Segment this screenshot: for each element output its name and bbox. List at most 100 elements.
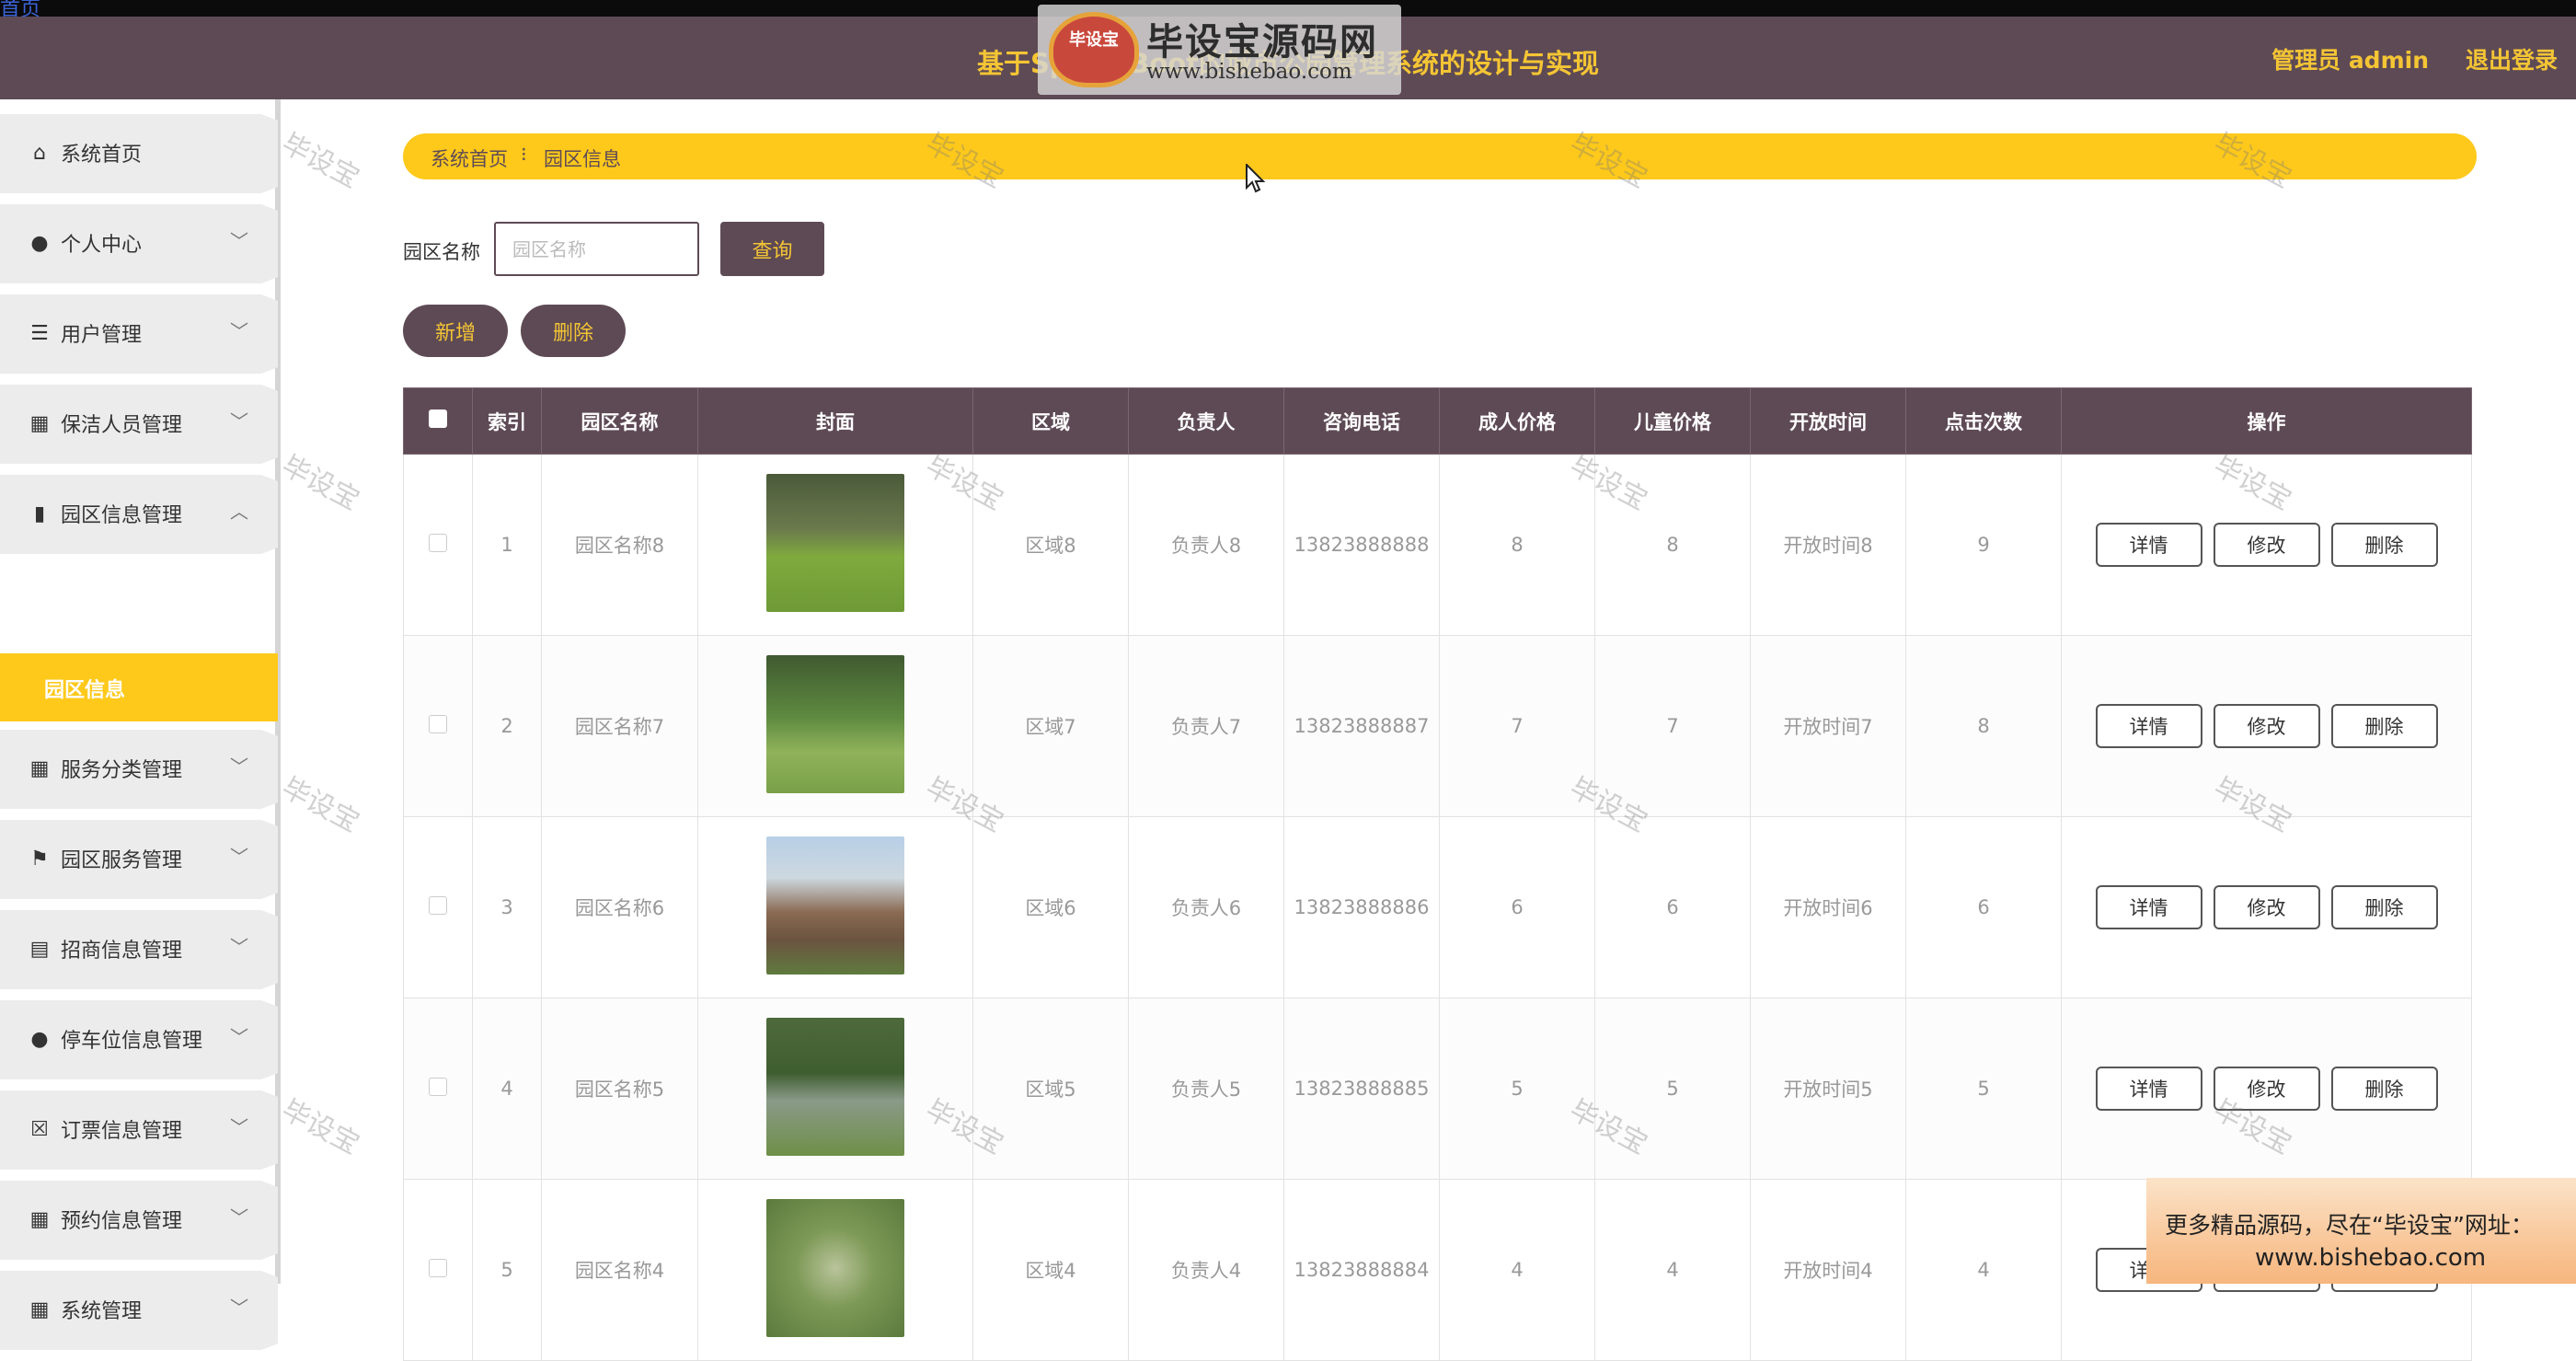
cell-cover <box>697 1179 973 1361</box>
select-all-checkbox[interactable] <box>403 387 473 455</box>
delete-button[interactable]: 删除 <box>2330 885 2438 929</box>
breadcrumb: 系统首页 ⁝ 园区信息 <box>403 133 2477 179</box>
cell-open-time: 开放时间7 <box>1750 635 1906 817</box>
sidebar-item-investment-info-management[interactable]: ▤ 招商信息管理 ﹀ <box>0 910 278 989</box>
cell-manager: 负责人7 <box>1128 635 1284 817</box>
grid-icon: ▦ <box>29 757 50 780</box>
list-icon: ☰ <box>30 322 49 345</box>
sidebar-item-service-category-management[interactable]: ▦ 服务分类管理 ﹀ <box>0 730 278 809</box>
delete-button[interactable]: 删除 <box>2330 523 2438 567</box>
sidebar-item-label: 服务分类管理 <box>61 759 183 782</box>
detail-button[interactable]: 详情 <box>2095 1067 2202 1111</box>
cell-cover <box>697 635 973 817</box>
row-checkbox[interactable] <box>403 454 473 636</box>
cell-cover <box>697 454 973 636</box>
cell-index: 2 <box>472 635 542 817</box>
park-cover-image <box>766 1017 904 1156</box>
bar-chart-icon: ▮ <box>33 502 46 525</box>
cell-name: 园区名称7 <box>541 635 698 817</box>
cell-area: 区域6 <box>972 816 1129 998</box>
logout-button[interactable]: 退出登录 <box>2466 42 2558 75</box>
edit-button[interactable]: 修改 <box>2213 1067 2320 1111</box>
sidebar-item-reservation-info-management[interactable]: ▦ 预约信息管理 ﹀ <box>0 1181 278 1260</box>
mouse-cursor-icon <box>1246 164 1266 193</box>
row-checkbox[interactable] <box>403 635 473 817</box>
breadcrumb-home[interactable]: 系统首页 <box>431 144 508 172</box>
delete-button[interactable]: 删除 <box>2330 704 2438 748</box>
row-checkbox[interactable] <box>403 816 473 998</box>
cell-manager: 负责人8 <box>1128 454 1284 636</box>
park-cover-image <box>766 473 904 612</box>
cell-name: 园区名称4 <box>541 1179 698 1361</box>
detail-button[interactable]: 详情 <box>2095 885 2202 929</box>
delete-button[interactable]: 删除 <box>2330 1067 2438 1111</box>
add-button[interactable]: 新增 <box>403 305 508 357</box>
brand-url: www.bishebao.com <box>1146 60 1352 84</box>
cell-name: 园区名称8 <box>541 454 698 636</box>
cell-clicks: 8 <box>1905 635 2062 817</box>
home-icon: ⌂ <box>33 142 46 165</box>
cell-adult-price: 8 <box>1439 454 1595 636</box>
search-input[interactable] <box>494 222 699 276</box>
cell-actions: 详情修改删除 <box>2061 635 2472 817</box>
cell-phone: 13823888887 <box>1283 635 1440 817</box>
sidebar-item-cleaner-management[interactable]: ▦ 保洁人员管理 ﹀ <box>0 385 278 464</box>
cell-cover <box>697 816 973 998</box>
sidebar-item-parking-info-management[interactable]: ● 停车位信息管理 ﹀ <box>0 1000 278 1079</box>
sidebar-item-label: 用户管理 <box>61 324 143 347</box>
sidebar-item-system-management[interactable]: ▦ 系统管理 ﹀ <box>0 1271 278 1350</box>
chevron-down-icon: ﹀ <box>230 1297 248 1319</box>
cell-phone: 13823888888 <box>1283 454 1440 636</box>
cell-manager: 负责人6 <box>1128 816 1284 998</box>
sidebar-item-label: 园区信息管理 <box>61 504 183 527</box>
sidebar-item-label: 保洁人员管理 <box>61 414 183 437</box>
sidebar-item-label: 订票信息管理 <box>61 1120 183 1143</box>
cell-open-time: 开放时间4 <box>1750 1179 1906 1361</box>
cell-open-time: 开放时间5 <box>1750 998 1906 1180</box>
edit-button[interactable]: 修改 <box>2213 523 2320 567</box>
promo-banner[interactable]: 更多精品源码，尽在“毕设宝”网址： www.bishebao.com <box>2146 1178 2576 1284</box>
col-header-cover: 封面 <box>697 387 973 455</box>
promo-line-2: www.bishebao.com <box>2255 1244 2487 1272</box>
sidebar-item-park-service-management[interactable]: ⚑ 园区服务管理 ﹀ <box>0 820 278 899</box>
cell-index: 5 <box>472 1179 542 1361</box>
chevron-down-icon: ﹀ <box>230 320 248 342</box>
edit-button[interactable]: 修改 <box>2213 704 2320 748</box>
row-checkbox[interactable] <box>403 1179 473 1361</box>
sidebar-item-home[interactable]: ⌂ 系统首页 <box>0 114 278 193</box>
sidebar-item-park-info-management[interactable]: ▮ 园区信息管理 ︿ <box>0 475 278 554</box>
cell-child-price: 6 <box>1594 816 1751 998</box>
detail-button[interactable]: 详情 <box>2095 523 2202 567</box>
cell-manager: 负责人4 <box>1128 1179 1284 1361</box>
col-header-actions: 操作 <box>2061 387 2472 455</box>
watermark-text: 毕设宝 <box>276 127 365 195</box>
cell-adult-price: 5 <box>1439 998 1595 1180</box>
sidebar-item-label: 停车位信息管理 <box>61 1030 203 1053</box>
cell-area: 区域8 <box>972 454 1129 636</box>
current-user[interactable]: 管理员 admin <box>2271 42 2429 75</box>
table-row: 1 园区名称8 区域8 负责人8 13823888888 8 8 开放时间8 9… <box>403 454 2472 636</box>
table-header-row: 索引 园区名称 封面 区域 负责人 咨询电话 成人价格 儿童价格 开放时间 点击… <box>403 387 2472 455</box>
sidebar-item-ticket-info-management[interactable]: ☒ 订票信息管理 ﹀ <box>0 1090 278 1170</box>
watermark-text: 毕设宝 <box>276 771 365 839</box>
cell-clicks: 5 <box>1905 998 2062 1180</box>
chevron-down-icon: ﹀ <box>230 1116 248 1138</box>
cell-open-time: 开放时间6 <box>1750 816 1906 998</box>
edit-button[interactable]: 修改 <box>2213 885 2320 929</box>
col-header-area: 区域 <box>972 387 1129 455</box>
detail-button[interactable]: 详情 <box>2095 704 2202 748</box>
park-cover-image <box>766 1198 904 1337</box>
row-checkbox[interactable] <box>403 998 473 1180</box>
chevron-down-icon: ﹀ <box>230 230 248 252</box>
batch-delete-button[interactable]: 删除 <box>521 305 626 357</box>
cell-adult-price: 4 <box>1439 1179 1595 1361</box>
cell-name: 园区名称6 <box>541 816 698 998</box>
chevron-down-icon: ﹀ <box>230 410 248 433</box>
sidebar-subitem-park-info[interactable]: 园区信息 <box>0 653 278 721</box>
sidebar-item-user-management[interactable]: ☰ 用户管理 ﹀ <box>0 294 278 374</box>
grid-icon: ▦ <box>29 412 50 435</box>
sidebar-item-personal-center[interactable]: ● 个人中心 ﹀ <box>0 204 278 283</box>
grid-icon: ▦ <box>29 1298 50 1321</box>
query-button[interactable]: 查询 <box>720 222 824 276</box>
table-row: 2 园区名称7 区域7 负责人7 13823888887 7 7 开放时间7 8… <box>403 635 2472 817</box>
